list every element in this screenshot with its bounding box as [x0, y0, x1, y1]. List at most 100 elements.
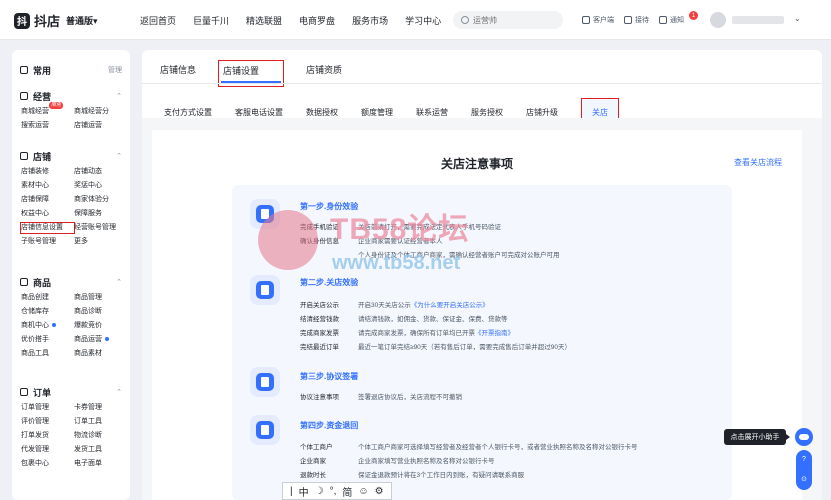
- sidebar-item[interactable]: 更多: [74, 237, 127, 247]
- contract-icon: [250, 367, 280, 397]
- sidebar-item[interactable]: 商家体验分: [74, 195, 127, 205]
- sidebar-item[interactable]: 店铺装修: [21, 167, 74, 177]
- tab-payment[interactable]: 支付方式设置: [164, 107, 212, 118]
- sidebar-item[interactable]: 商品创建: [21, 293, 74, 303]
- sidebar-item[interactable]: 商城经营分: [74, 107, 127, 117]
- manage-link[interactable]: 管理: [108, 65, 122, 75]
- sidebar-item[interactable]: 卡券管理: [74, 403, 127, 413]
- reception-button[interactable]: 接待: [624, 15, 649, 25]
- service-icon[interactable]: ⊙: [796, 470, 812, 490]
- collapse-icon[interactable]: ⌃: [116, 152, 122, 160]
- logo[interactable]: 抖 抖店: [14, 11, 60, 30]
- nav-learning[interactable]: 学习中心: [405, 14, 441, 27]
- version-selector[interactable]: 普通版▾: [66, 14, 98, 27]
- sidebar-item[interactable]: 素材中心: [21, 181, 74, 191]
- dot-icon: [105, 337, 109, 342]
- client-button[interactable]: 客户端: [582, 15, 614, 25]
- download-icon: [582, 16, 590, 24]
- ime-simplified[interactable]: 简: [342, 484, 352, 499]
- sidebar-item[interactable]: 打单发货: [21, 431, 74, 441]
- sidebar-item[interactable]: 搜索运营: [21, 121, 74, 131]
- avatar[interactable]: [710, 12, 726, 28]
- sidebar-item[interactable]: 商品管理: [74, 293, 127, 303]
- tab-service-auth[interactable]: 服务授权: [471, 107, 503, 118]
- sidebar-item[interactable]: 发货工具: [74, 445, 127, 455]
- nav-alliance[interactable]: 精选联盟: [246, 14, 282, 27]
- robot-icon[interactable]: [795, 428, 813, 446]
- collapse-icon[interactable]: ⌃: [116, 92, 122, 100]
- ime-emoji-icon[interactable]: ☺: [358, 486, 368, 497]
- sidebar-item[interactable]: 奖惩中心: [74, 181, 127, 191]
- sidebar-item[interactable]: 评价管理: [21, 417, 74, 427]
- nav-service-market[interactable]: 服务市场: [352, 14, 388, 27]
- watermark-logo-icon: [258, 210, 318, 270]
- collapse-icon[interactable]: ⌃: [116, 388, 122, 396]
- sidebar-section-operation: 经营 ⌃ 商城经营 限免 商城经营分 搜索运营 店铺运营: [12, 88, 130, 131]
- notify-button[interactable]: 通知: [659, 15, 684, 25]
- step-row: 开启关店公示 开启30天关店公示《为什么要开启关店公示》: [300, 302, 489, 309]
- logo-mark: 抖: [14, 12, 30, 29]
- invoice-guide-link[interactable]: 《开票指南》: [475, 330, 514, 337]
- ime-handle[interactable]: |: [290, 486, 293, 497]
- sidebar-item[interactable]: 代发管理: [21, 445, 74, 455]
- why-publicity-link[interactable]: 《为什么要开启关店公示》: [411, 302, 489, 309]
- step-row: 个体工商户 个体工商户商家可选择填写经营者及经营者个人银行卡号，或者营业执照名称及…: [300, 444, 638, 451]
- step-row: 结清经营钱款 请结清钱款，如佣金、货款、保证金、保费、贷款等: [300, 316, 508, 323]
- tab-quota[interactable]: 额度管理: [361, 107, 393, 118]
- bell-icon: [659, 16, 667, 24]
- sidebar-item[interactable]: 商城经营 限免: [21, 102, 74, 117]
- ime-settings-icon[interactable]: ⚙: [375, 486, 384, 497]
- watermark-url: www.tb58.net: [332, 252, 461, 274]
- sidebar-item[interactable]: 经营账号管理: [74, 223, 127, 233]
- search-input[interactable]: [453, 11, 563, 29]
- tab-store-upgrade[interactable]: 店铺升级: [526, 107, 558, 118]
- floating-buttons: ? ⊙: [796, 450, 812, 490]
- sidebar-item[interactable]: 保障服务: [74, 209, 127, 219]
- sidebar-item[interactable]: 店铺保障: [21, 195, 74, 205]
- ime-toolbar: | 中 ☽ °, 简 ☺ ⚙: [282, 482, 392, 500]
- sidebar-item[interactable]: 店铺动态: [74, 167, 127, 177]
- chat-icon: [624, 16, 632, 24]
- sidebar-item[interactable]: 订单管理: [21, 403, 74, 413]
- ime-moon-icon[interactable]: ☽: [315, 486, 324, 497]
- ime-lang[interactable]: 中: [299, 484, 309, 499]
- sidebar-item[interactable]: 商品诊断: [74, 307, 127, 317]
- sidebar-item[interactable]: 优价搭手: [21, 335, 74, 345]
- sidebar-item[interactable]: 爆款竞价: [74, 321, 127, 331]
- help-icon[interactable]: ?: [796, 450, 812, 470]
- dot-icon: [52, 323, 56, 328]
- step-title: 第二步.关店效验: [300, 278, 359, 287]
- sidebar-item[interactable]: 仓储库存: [21, 307, 74, 317]
- sidebar-item[interactable]: 物流诊断: [74, 431, 127, 441]
- order-icon: [20, 388, 28, 396]
- username-blurred[interactable]: [732, 16, 784, 24]
- sidebar-item[interactable]: 商机中心: [21, 321, 74, 331]
- sidebar-section-order: 订单 ⌃ 订单管理 卡券管理 评价管理 订单工具 打单发货 物流诊断 代发管理 发…: [12, 384, 130, 469]
- ime-punct-icon[interactable]: °,: [330, 486, 337, 497]
- chevron-down-icon[interactable]: ⌄: [794, 14, 801, 23]
- nav-qianchuan[interactable]: 巨量千川: [193, 14, 229, 27]
- sidebar-item[interactable]: 订单工具: [74, 417, 127, 427]
- tab-data-auth[interactable]: 数据授权: [306, 107, 338, 118]
- sidebar-item[interactable]: 子账号管理: [21, 237, 74, 247]
- sidebar-item[interactable]: 店铺运营: [74, 121, 127, 131]
- top-nav: 返回首页 巨量千川 精选联盟 电商罗盘 服务市场 学习中心: [140, 14, 458, 27]
- nav-home[interactable]: 返回首页: [140, 14, 176, 27]
- sidebar-item[interactable]: 商品运营: [74, 335, 127, 345]
- sidebar-item[interactable]: 商品工具: [21, 349, 74, 359]
- sidebar-item[interactable]: 商品素材: [74, 349, 127, 359]
- divider: [142, 83, 822, 84]
- sidebar-item[interactable]: 电子面单: [74, 459, 127, 469]
- sidebar-item-store-info-settings[interactable]: 店铺信息设置: [20, 222, 75, 234]
- sidebar-item[interactable]: 包裹中心: [21, 459, 74, 469]
- sidebar-common: 常用 管理: [12, 62, 130, 78]
- tab-service-phone[interactable]: 客服电话设置: [235, 107, 283, 118]
- tab-contact-ops[interactable]: 联系运营: [416, 107, 448, 118]
- collapse-icon[interactable]: ⌃: [116, 278, 122, 286]
- sidebar-item[interactable]: 权益中心: [21, 209, 74, 219]
- view-close-flow-link[interactable]: 查看关店流程: [734, 157, 782, 168]
- logo-text: 抖店: [34, 14, 61, 29]
- step-row: 完结最近订单 最近一笔订单完结≥90天（若有售后订单，需要完成售后订单并超过90天…: [300, 344, 572, 351]
- nav-compass[interactable]: 电商罗盘: [299, 14, 335, 27]
- helper-tooltip: 点击展开小助手: [724, 429, 790, 445]
